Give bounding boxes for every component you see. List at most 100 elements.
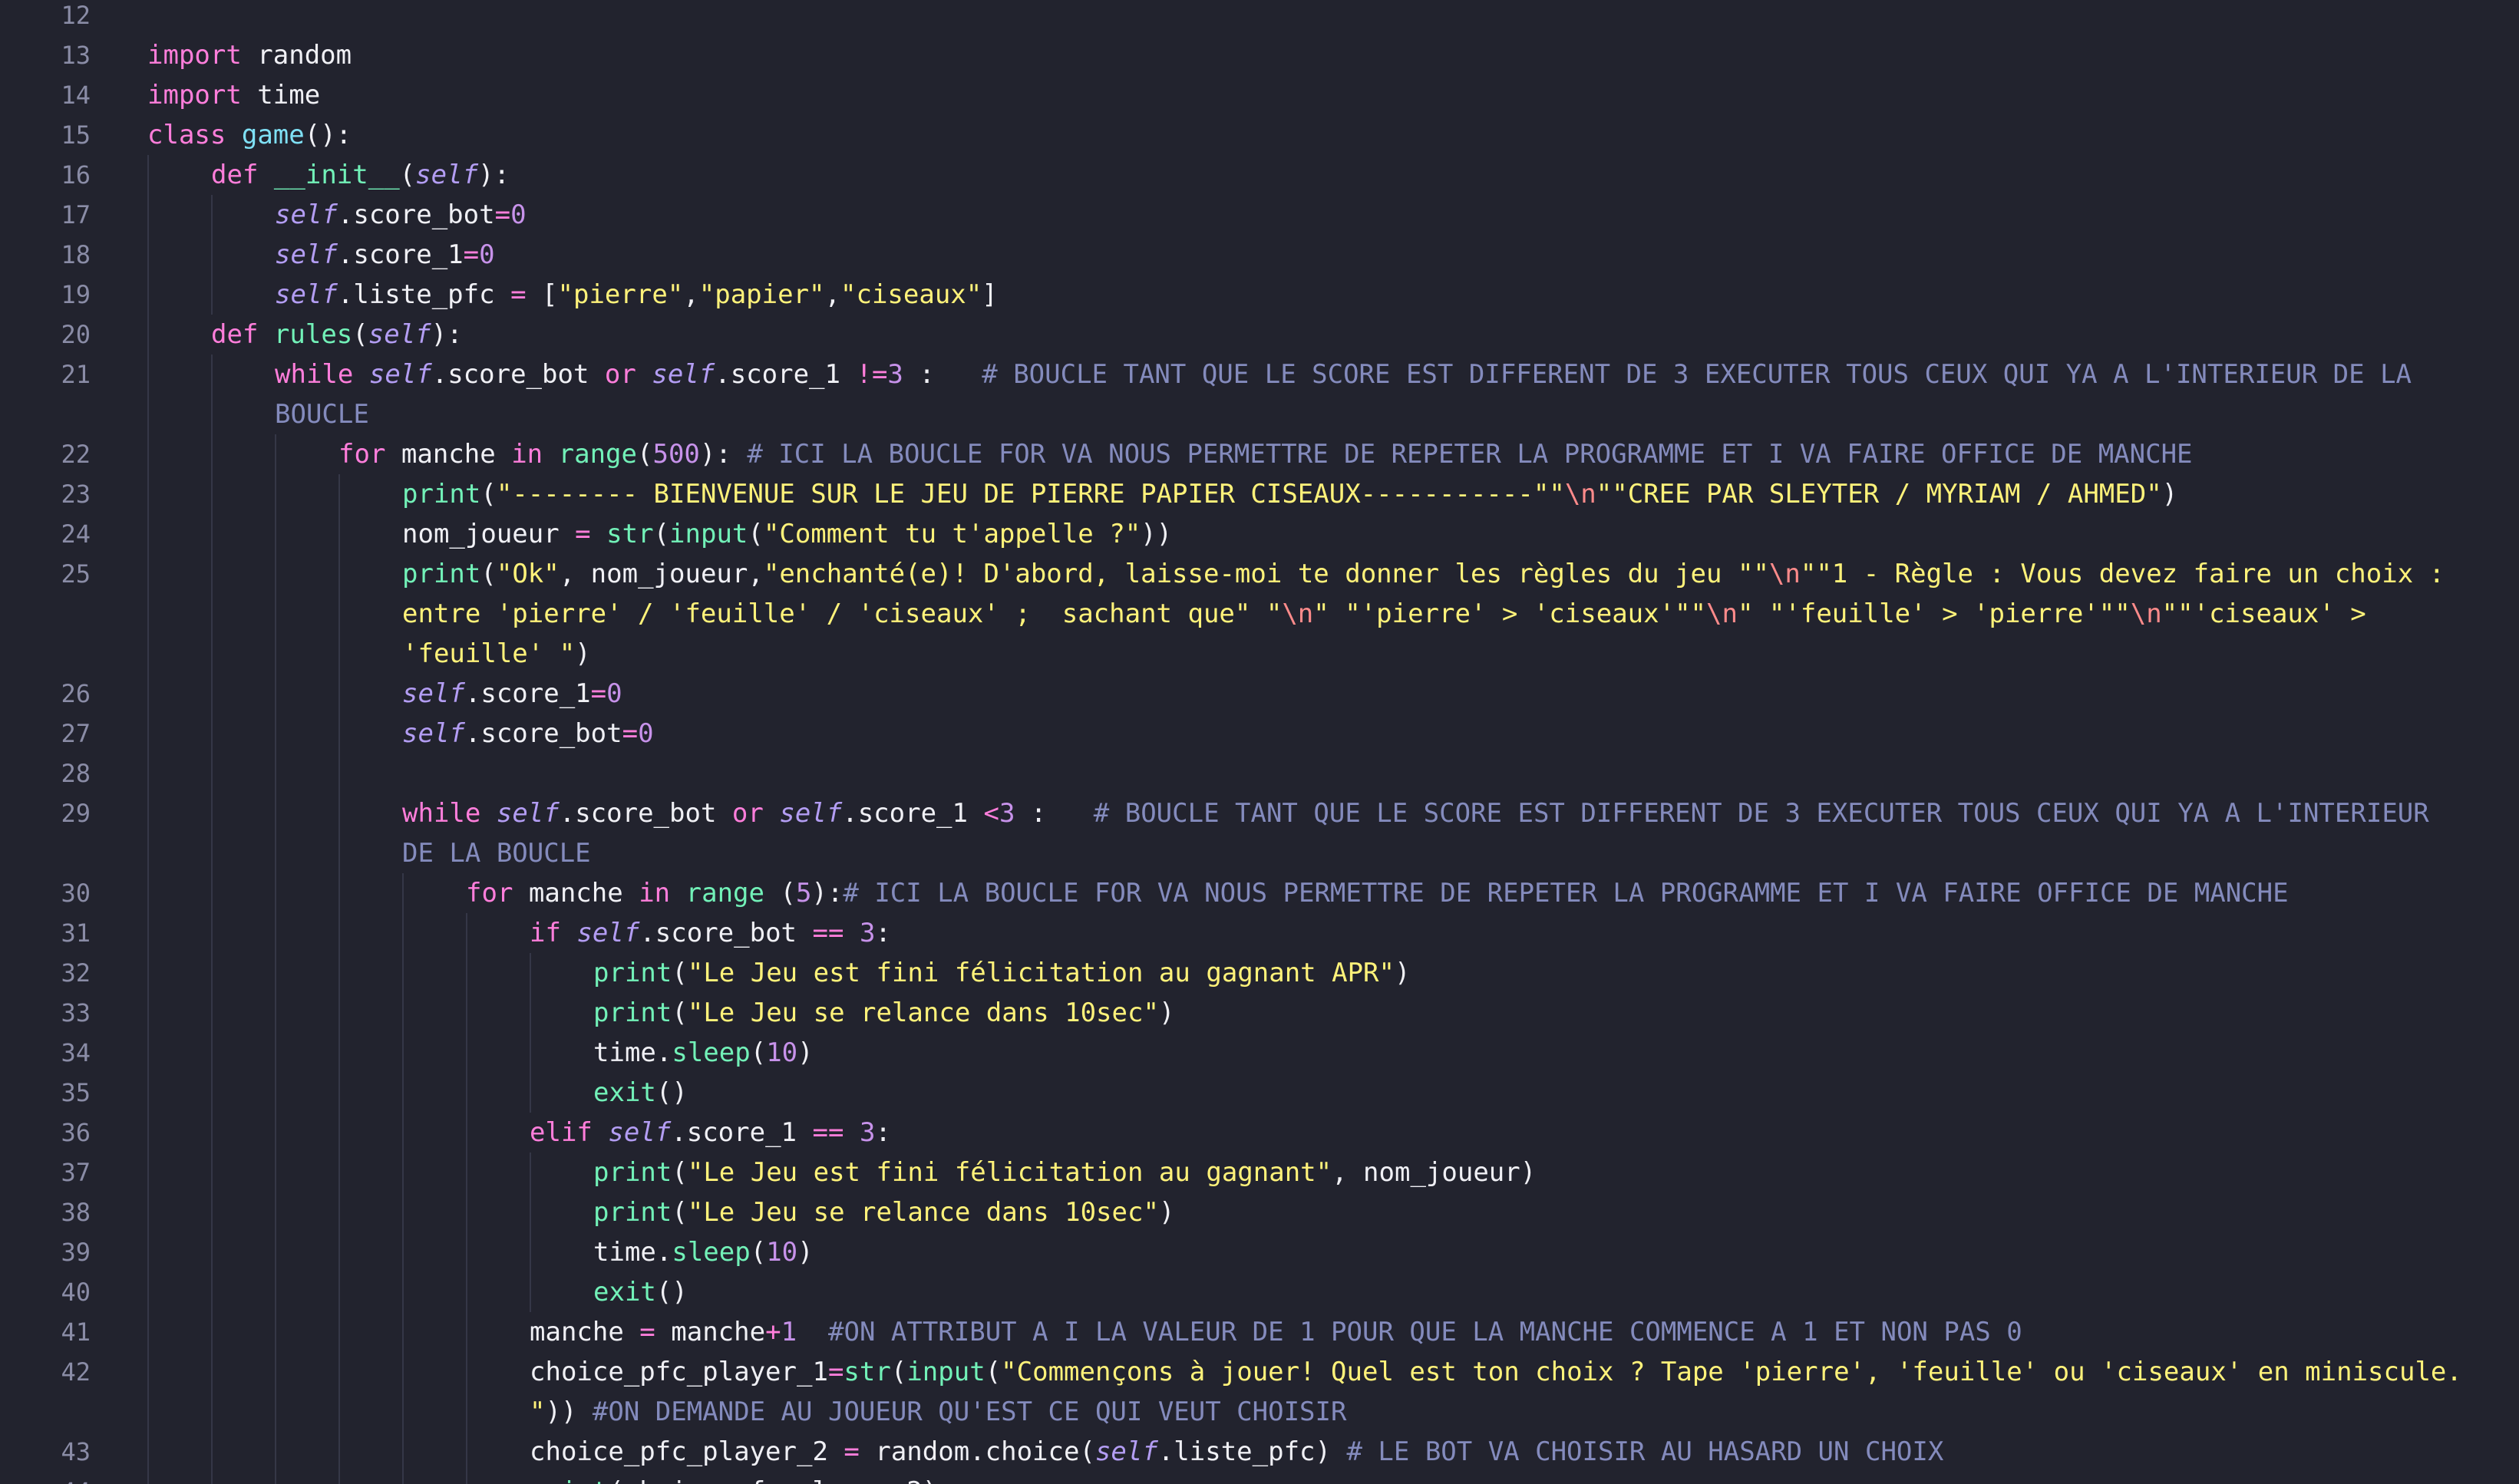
code-token: "Le Jeu se relance dans 10sec" — [687, 1197, 1159, 1228]
code-area[interactable]: import random import time class game(): def… — [0, 0, 2519, 1484]
code-token: = — [590, 678, 607, 709]
code-token: .score_1 — [715, 359, 857, 390]
code-token: self — [608, 1117, 672, 1148]
code-token: # BOUCLE TANT QUE LE SCORE EST DIFFERENT… — [982, 359, 2412, 390]
code-line[interactable]: print(choice_pfc_player_2) — [530, 1472, 938, 1484]
code-token: "Le Jeu est fini félicitation au gagnant… — [687, 958, 1395, 988]
code-line[interactable]: class game(): — [147, 115, 352, 155]
code-line[interactable]: manche = manche+1 #ON ATTRIBUT A I LA VA… — [530, 1312, 2022, 1352]
code-token: 3 — [859, 1117, 876, 1148]
code-line[interactable]: self.score_bot=0 — [275, 195, 527, 235]
code-token: ""'ciseaux' > — [2161, 599, 2366, 629]
code-token: input — [669, 519, 748, 549]
code-token: = — [827, 1357, 844, 1387]
code-line[interactable]: def rules(self): — [211, 315, 463, 355]
code-line[interactable]: nom_joueur = str(input("Comment tu t'app… — [402, 514, 1172, 554]
code-token: print — [402, 559, 481, 589]
code-line[interactable]: if self.score_bot == 3: — [530, 913, 891, 953]
code-token: != — [856, 359, 888, 390]
code-line[interactable]: for manche in range(500): # ICI LA BOUCL… — [338, 434, 2193, 474]
code-token: for — [466, 878, 513, 909]
code-line[interactable]: print("Le Jeu se relance dans 10sec") — [593, 993, 1174, 1033]
code-line[interactable]: self.score_1=0 — [402, 674, 622, 714]
code-token: time. — [593, 1037, 672, 1068]
code-token: .score_bot — [431, 359, 605, 390]
code-token: self — [415, 160, 479, 190]
code-token: .score_bot — [559, 798, 732, 829]
code-line[interactable]: print("Le Jeu est fini félicitation au g… — [593, 1153, 1536, 1192]
code-line[interactable]: elif self.score_1 == 3: — [530, 1113, 891, 1153]
code-token: 1 — [781, 1317, 797, 1347]
code-line[interactable]: self.score_1=0 — [275, 235, 495, 275]
code-token: rules — [273, 319, 353, 350]
code-token: = — [494, 200, 511, 230]
code-token: \n — [1706, 599, 1738, 629]
code-line[interactable]: while self.score_bot or self.score_1 <3 … — [402, 793, 2429, 833]
code-line[interactable]: for manche in range (5):# ICI LA BOUCLE … — [466, 873, 2289, 913]
code-line[interactable]: import random — [147, 35, 352, 75]
code-token: ( — [748, 519, 764, 549]
code-token: def — [211, 160, 259, 190]
code-line[interactable]: 'feuille' ") — [402, 634, 591, 674]
code-line[interactable]: self.score_bot=0 — [402, 714, 654, 754]
code-token: exit — [593, 1077, 656, 1108]
code-token: ( — [890, 1357, 907, 1387]
code-line[interactable]: print("Le Jeu se relance dans 10sec") — [593, 1192, 1174, 1232]
code-line[interactable]: print("Le Jeu est fini félicitation au g… — [593, 953, 1410, 993]
code-token: ( — [480, 479, 497, 510]
code-line[interactable]: BOUCLE — [275, 394, 369, 434]
code-token: random.choice( — [859, 1436, 1095, 1467]
code-token: self — [402, 678, 465, 709]
code-token: class — [147, 120, 226, 150]
code-token: 5 — [795, 878, 812, 909]
code-token: 3 — [887, 359, 903, 390]
code-token: 0 — [638, 718, 654, 749]
code-line[interactable]: time.sleep(10) — [593, 1232, 814, 1272]
code-token: self — [275, 279, 338, 310]
code-token: .score_1 — [337, 239, 464, 270]
code-line[interactable]: choice_pfc_player_2 = random.choice(self… — [530, 1432, 1943, 1472]
code-token: (): — [304, 120, 352, 150]
code-line[interactable]: DE LA BOUCLE — [402, 833, 591, 873]
code-token: self — [275, 200, 338, 230]
code-token: # ICI LA BOUCLE FOR VA NOUS PERMETTRE DE… — [843, 878, 2289, 909]
code-token: ) — [575, 638, 591, 669]
code-editor[interactable]: 12 13 14 15 16 17 18 19 20 21 22 23 24 25 26 27 28 29 30 31… — [0, 0, 2519, 1484]
code-token: self — [576, 918, 640, 948]
code-token: .score_bot — [337, 200, 495, 230]
code-token: self — [496, 798, 560, 829]
code-token: : — [903, 359, 982, 390]
code-line[interactable]: import time — [147, 75, 320, 115]
code-line[interactable]: choice_pfc_player_1=str(input("Commençon… — [530, 1352, 2462, 1392]
indent-guide — [402, 873, 404, 1484]
code-line[interactable]: print("Ok", nom_joueur,"enchanté(e)! D'a… — [402, 554, 2445, 594]
code-token: entre 'pierre' / 'feuille' / 'ciseaux' ;… — [402, 599, 1283, 629]
code-token: , — [683, 279, 699, 310]
code-line[interactable]: exit() — [593, 1272, 688, 1312]
code-token: "papier" — [698, 279, 825, 310]
code-line[interactable]: self.liste_pfc = ["pierre","papier","cis… — [275, 275, 998, 315]
indent-guide — [211, 355, 213, 1484]
code-token: manche — [513, 878, 639, 909]
code-token: exit — [593, 1277, 656, 1308]
code-line[interactable]: ")) #ON DEMANDE AU JOUEUR QU'EST CE QUI … — [530, 1392, 1346, 1432]
code-token: .score_bot — [464, 718, 622, 749]
code-token: __init__ — [273, 160, 400, 190]
code-line[interactable]: print("-------- BIENVENUE SUR LE JEU DE … — [402, 474, 2177, 514]
code-token: input — [906, 1357, 985, 1387]
code-line[interactable]: entre 'pierre' / 'feuille' / 'ciseaux' ;… — [402, 594, 2366, 634]
code-token: \n — [1768, 559, 1801, 589]
code-token: ""CREE PAR SLEYTER / MYRIAM / AHMED" — [1596, 479, 2162, 510]
code-line[interactable]: exit() — [593, 1073, 688, 1113]
code-line[interactable]: time.sleep(10) — [593, 1033, 814, 1073]
code-line[interactable]: while self.score_bot or self.score_1 !=3… — [275, 355, 2412, 394]
code-token: # LE BOT VA CHOISIR AU HASARD UN CHOIX — [1346, 1436, 1944, 1467]
code-line[interactable]: def __init__(self): — [211, 155, 510, 195]
